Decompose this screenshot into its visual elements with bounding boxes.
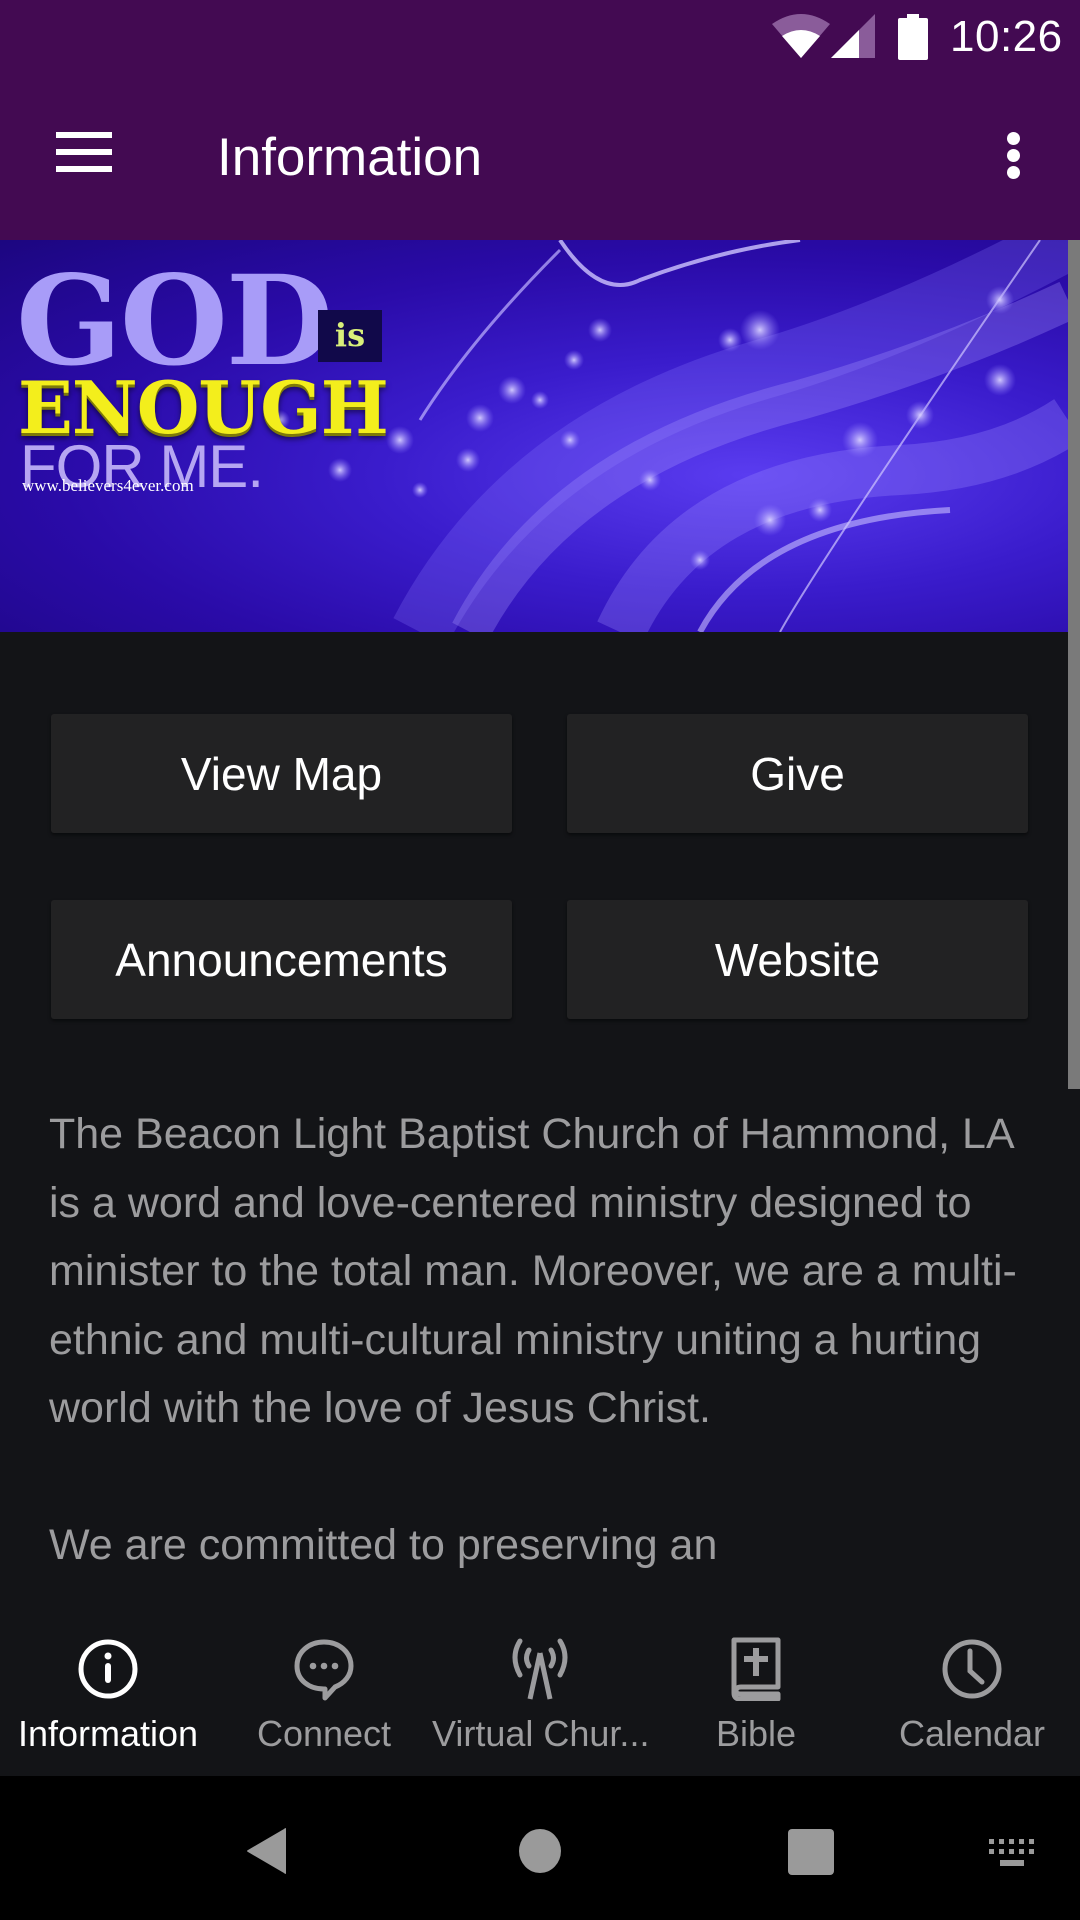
description-paragraph: We are committed to preserving an	[49, 1520, 718, 1569]
menu-button[interactable]	[40, 118, 128, 190]
nav-item-information[interactable]: Information	[0, 1607, 216, 1776]
keyboard-icon[interactable]	[989, 1839, 1037, 1867]
nav-item-calendar[interactable]: Calendar	[864, 1607, 1080, 1776]
nav-item-bible[interactable]: Bible	[648, 1607, 864, 1776]
website-button[interactable]: Website	[567, 900, 1028, 1019]
bible-book-icon	[731, 1637, 781, 1701]
nav-label: Connect	[256, 1713, 392, 1754]
system-navigation-bar	[0, 1776, 1080, 1920]
cellular-signal-icon	[831, 14, 875, 58]
broadcast-tower-icon	[512, 1638, 568, 1700]
info-icon	[78, 1639, 138, 1699]
wifi-icon	[772, 14, 830, 58]
church-description: The Beacon Light Baptist Church of Hammo…	[49, 1100, 1039, 1605]
nav-label: Information	[17, 1713, 199, 1754]
chat-bubble-icon	[294, 1639, 354, 1701]
nav-item-virtual-church[interactable]: Virtual Chur...	[432, 1607, 650, 1776]
banner-watermark-url: www.believers4ever.com	[22, 476, 194, 495]
banner-headline-is: is	[318, 310, 382, 362]
status-time: 10:26	[950, 12, 1063, 61]
home-icon[interactable]	[518, 1828, 562, 1874]
nav-item-connect[interactable]: Connect	[216, 1607, 432, 1776]
nav-label: Virtual Chur...	[432, 1713, 650, 1754]
view-map-button[interactable]: View Map	[51, 714, 512, 833]
back-icon[interactable]	[242, 1826, 292, 1876]
scrollbar-thumb[interactable]	[1068, 240, 1080, 1089]
battery-icon	[898, 14, 928, 60]
nav-label: Bible	[715, 1713, 797, 1754]
app-bar: 10:26 Information	[0, 0, 1080, 240]
clock-icon	[942, 1639, 1002, 1699]
announcements-button[interactable]: Announcements	[51, 900, 512, 1019]
hamburger-menu-icon	[56, 132, 112, 138]
header-banner-image: GOD is ENOUGH FOR ME. www.believers4ever…	[0, 240, 1068, 632]
description-paragraph: The Beacon Light Baptist Church of Hammo…	[49, 1110, 1017, 1432]
bottom-navigation: Information Connect Virtual Chur... Bibl…	[0, 1607, 1080, 1776]
recents-icon[interactable]	[788, 1829, 834, 1875]
overflow-menu-button[interactable]	[990, 124, 1038, 188]
nav-label: Calendar	[898, 1713, 1046, 1754]
status-bar: 10:26	[0, 0, 1080, 80]
page-title: Information	[217, 128, 483, 187]
more-vertical-icon	[1007, 132, 1020, 145]
give-button[interactable]: Give	[567, 714, 1028, 833]
